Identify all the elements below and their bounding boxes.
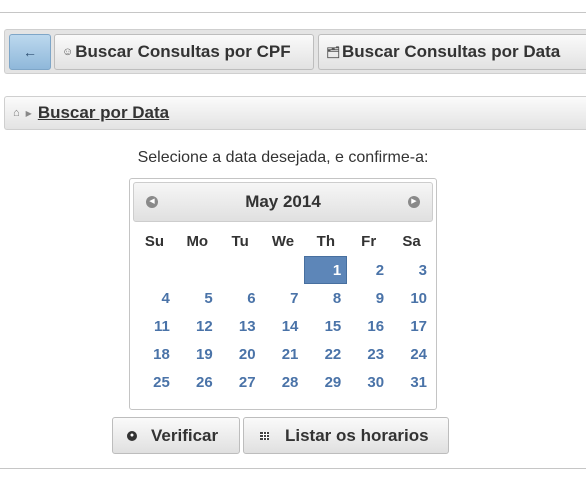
calendar-day[interactable]: 3 (390, 256, 433, 284)
breadcrumb: ⌂ ▶ Buscar por Data (4, 96, 586, 130)
back-button[interactable]: ← (9, 34, 51, 70)
datepicker-header: ◀ May 2014 ▶ (133, 182, 433, 222)
calendar-day[interactable]: 15 (304, 312, 347, 340)
calendar-day[interactable]: 19 (176, 340, 219, 368)
calendar-day[interactable]: 25 (133, 368, 176, 396)
listar-horarios-button-label: Listar os horarios (285, 425, 429, 445)
calendar-day[interactable]: 29 (304, 368, 347, 396)
bottom-divider (0, 468, 586, 469)
calendar-day[interactable]: 18 (133, 340, 176, 368)
calendar-day[interactable]: 2 (347, 256, 390, 284)
calendar-week-row: 4 5 6 7 8 9 10 (133, 284, 433, 312)
calendar-day[interactable]: 6 (219, 284, 262, 312)
instruction-text: Selecione a data desejada, e confirme-a: (137, 149, 429, 166)
listar-horarios-button[interactable]: Listar os horarios (243, 417, 449, 454)
calendar-day[interactable]: 10 (390, 284, 433, 312)
calendar-day[interactable]: 20 (219, 340, 262, 368)
calendar-day[interactable]: 12 (176, 312, 219, 340)
calendar-day[interactable]: 24 (390, 340, 433, 368)
calendar-day[interactable]: 22 (304, 340, 347, 368)
calendar-day[interactable]: 4 (133, 284, 176, 312)
calendar-grid-icon (260, 431, 269, 440)
folder-open-icon: 🗂 (326, 46, 340, 59)
calendar-day[interactable]: 13 (219, 312, 262, 340)
calendar-week-row: 25 26 27 28 29 30 31 (133, 368, 433, 396)
calendar-day[interactable]: 7 (262, 284, 305, 312)
tab-buscar-data-label: Buscar Consultas por Data (341, 42, 561, 61)
weekday-label: Tu (231, 232, 249, 250)
weekday-label: Th (316, 232, 335, 250)
user-icon: ☺ (62, 46, 74, 58)
calendar-empty-cell (262, 256, 305, 284)
calendar-day[interactable]: 8 (304, 284, 347, 312)
weekday-label: Mo (186, 232, 209, 250)
breadcrumb-link-buscar-data[interactable]: Buscar por Data (38, 103, 169, 123)
calendar-day[interactable]: 28 (262, 368, 305, 396)
home-icon[interactable]: ⌂ (13, 107, 20, 119)
tab-buscar-data[interactable]: 🗂 Buscar Consultas por Data (318, 34, 586, 70)
calendar-week-row: 123 (133, 256, 433, 284)
weekday-label: Su (144, 232, 164, 250)
calendar-week-row: 11 12 13 14 15 16 17 (133, 312, 433, 340)
back-arrow-icon: ← (23, 44, 37, 60)
calendar-day[interactable]: 5 (176, 284, 219, 312)
calendar-day[interactable]: 31 (390, 368, 433, 396)
triangle-right-icon: ▶ (25, 108, 32, 118)
month-year-title: May 2014 (245, 192, 321, 211)
calendar-week-row: 18 19 20 21 22 23 24 (133, 340, 433, 368)
calendar-day[interactable]: 16 (347, 312, 390, 340)
calendar-day[interactable]: 11 (133, 312, 176, 340)
calendar-day[interactable]: 9 (347, 284, 390, 312)
weekday-label: Fr (361, 232, 377, 250)
calendar-grid: Su Mo Tu We Th Fr Sa 1 2 3 4 5 6 7 8 9 10 11 12 13 14… (133, 226, 433, 396)
weekday-row: Su Mo Tu We Th Fr Sa (133, 226, 433, 256)
datepicker: ◀ May 2014 ▶ Su Mo Tu We Th Fr Sa 123456… (129, 178, 437, 410)
calendar-day[interactable]: 14 (262, 312, 305, 340)
next-month-icon[interactable]: ▶ (408, 196, 420, 208)
calendar-day[interactable]: 27 (219, 368, 262, 396)
calendar-empty-cell (176, 256, 219, 284)
search-icon: ● (127, 430, 137, 441)
weekday-label: Sa (402, 232, 421, 250)
calendar-day[interactable]: 1 (304, 256, 348, 284)
tab-buscar-cpf[interactable]: ☺ Buscar Consultas por CPF (54, 34, 314, 70)
verificar-button-label: Verificar (151, 425, 219, 445)
calendar-day[interactable]: 30 (347, 368, 390, 396)
weekday-label: We (271, 232, 295, 250)
calendar-day[interactable]: 26 (176, 368, 219, 396)
calendar-empty-cell (133, 256, 176, 284)
calendar-empty-cell (219, 256, 262, 284)
calendar-day[interactable]: 21 (262, 340, 305, 368)
prev-month-icon[interactable]: ◀ (146, 196, 158, 208)
verificar-button[interactable]: ● Verificar (112, 417, 240, 454)
calendar-day[interactable]: 17 (390, 312, 433, 340)
top-divider (0, 12, 586, 13)
calendar-day[interactable]: 23 (347, 340, 390, 368)
tab-bar: ← ☺ Buscar Consultas por CPF 🗂 Buscar Co… (4, 29, 586, 74)
tab-buscar-cpf-label: Buscar Consultas por CPF (75, 42, 291, 61)
